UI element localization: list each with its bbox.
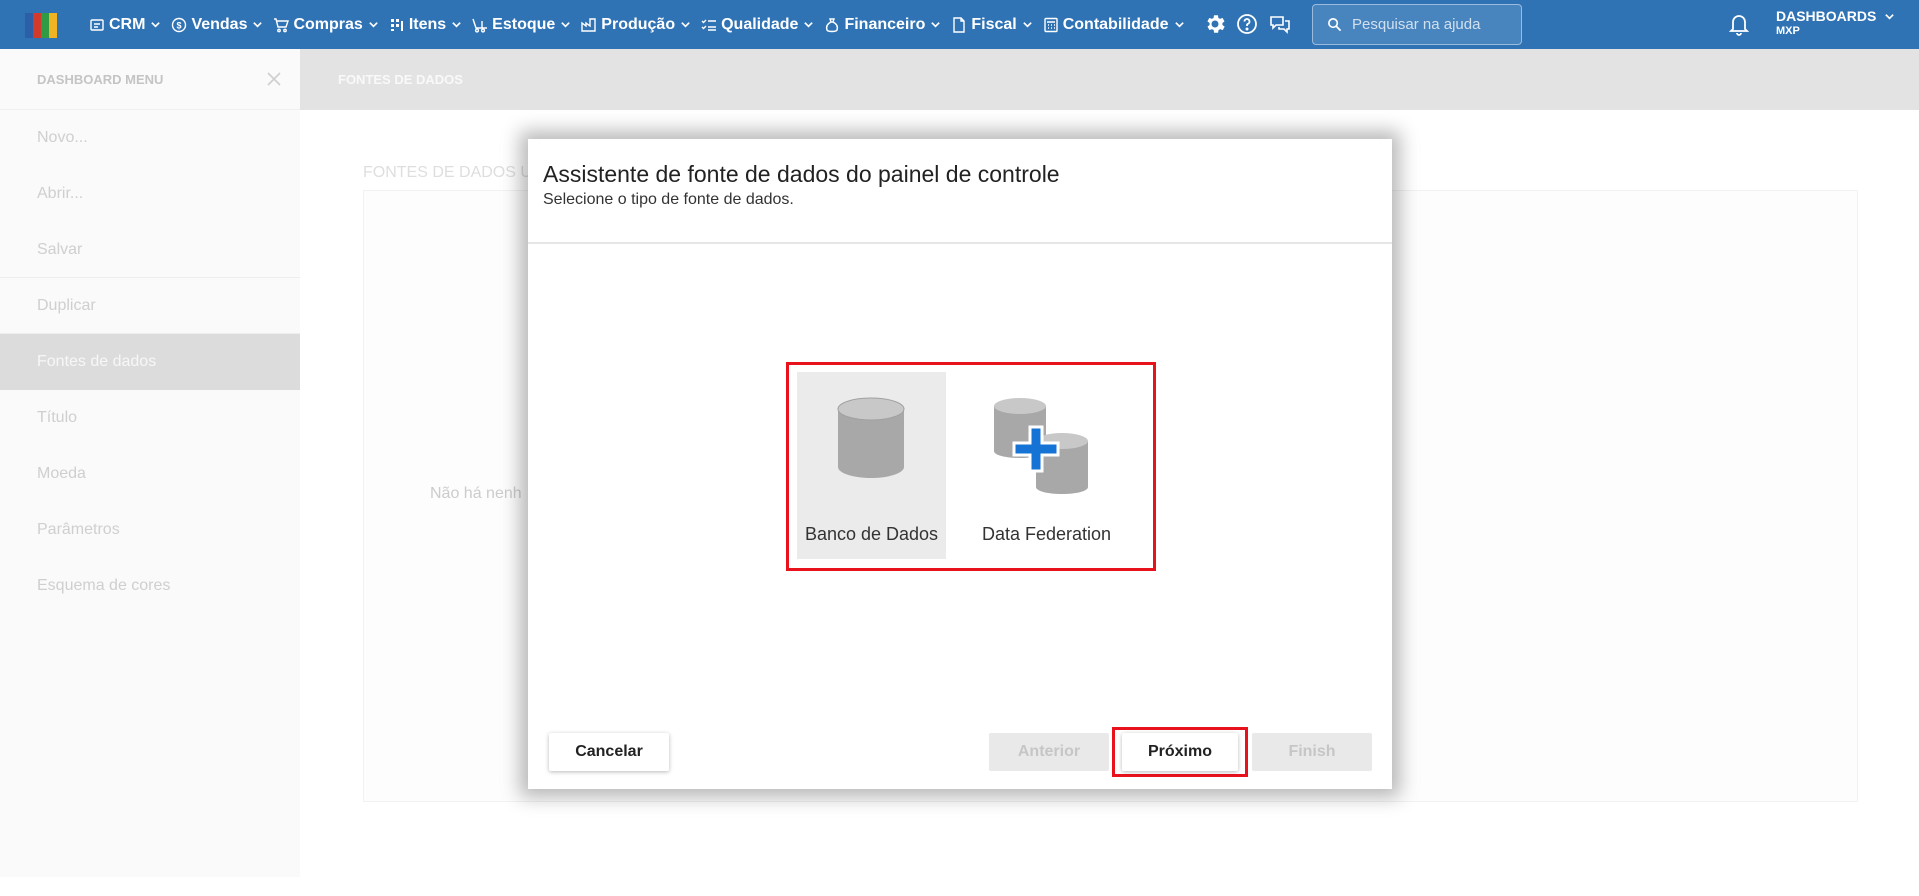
menu-qualidade[interactable]: Qualidade bbox=[696, 0, 819, 49]
document-icon bbox=[953, 16, 966, 33]
chevron-down-icon bbox=[253, 22, 263, 28]
top-nav-bar: CRM $ Vendas Compras Itens Estoque Produ… bbox=[0, 0, 1919, 49]
menu-financeiro-label: Financeiro bbox=[844, 15, 926, 33]
menu-financeiro[interactable]: Financeiro bbox=[819, 0, 946, 49]
menu-compras-label: Compras bbox=[293, 15, 363, 33]
option-data-federation-label: Data Federation bbox=[981, 524, 1112, 544]
chat-icon[interactable] bbox=[1268, 12, 1292, 36]
user-title: DASHBOARDS bbox=[1776, 8, 1877, 24]
help-icon[interactable] bbox=[1235, 12, 1259, 36]
help-search[interactable] bbox=[1312, 4, 1522, 45]
data-source-wizard-dialog: Assistente de fonte de dados do painel d… bbox=[528, 139, 1392, 789]
cart-icon bbox=[274, 17, 290, 32]
crm-icon bbox=[90, 18, 104, 31]
menu-qualidade-label: Qualidade bbox=[721, 15, 799, 33]
gear-icon[interactable] bbox=[1203, 12, 1227, 36]
chevron-down-icon bbox=[804, 22, 814, 28]
option-data-federation[interactable]: Data Federation bbox=[972, 372, 1121, 559]
chevron-down-icon bbox=[151, 22, 161, 28]
svg-text:$: $ bbox=[177, 20, 182, 30]
chevron-down-icon bbox=[1174, 22, 1184, 28]
option-banco-de-dados[interactable]: Banco de Dados bbox=[797, 372, 946, 559]
search-input[interactable] bbox=[1352, 16, 1502, 33]
search-icon bbox=[1328, 18, 1342, 32]
menu-contabilidade-label: Contabilidade bbox=[1062, 15, 1169, 33]
dialog-title: Assistente de fonte de dados do painel d… bbox=[543, 161, 1060, 187]
menu-estoque[interactable]: Estoque bbox=[467, 0, 576, 49]
chevron-down-icon bbox=[452, 22, 461, 28]
dollar-icon: $ bbox=[172, 17, 187, 32]
database-icon bbox=[837, 397, 905, 478]
chevron-down-icon bbox=[681, 22, 690, 28]
checklist-icon bbox=[701, 19, 717, 31]
chevron-down-icon bbox=[1022, 22, 1032, 28]
menu-estoque-label: Estoque bbox=[492, 15, 556, 33]
menu-fiscal-label: Fiscal bbox=[971, 15, 1017, 33]
data-source-type-options: Banco de Dados Data Federation bbox=[786, 362, 1156, 571]
data-federation-icon bbox=[994, 398, 1088, 494]
main-menu: CRM $ Vendas Compras Itens Estoque Produ… bbox=[84, 0, 1190, 49]
menu-crm-label: CRM bbox=[109, 15, 146, 33]
items-icon bbox=[390, 18, 403, 31]
user-menu[interactable]: DASHBOARDS MXP bbox=[1776, 8, 1895, 37]
dialog-subtitle: Selecione o tipo de fonte de dados. bbox=[543, 191, 794, 208]
factory-icon bbox=[581, 17, 596, 32]
app-logo[interactable] bbox=[25, 13, 57, 38]
option-banco-de-dados-label: Banco de Dados bbox=[804, 524, 939, 544]
chevron-down-icon bbox=[561, 22, 571, 28]
chevron-down-icon bbox=[931, 22, 941, 28]
dialog-divider bbox=[528, 242, 1392, 244]
bell-icon[interactable] bbox=[1728, 12, 1750, 36]
cancel-button[interactable]: Cancelar bbox=[549, 733, 669, 771]
menu-crm[interactable]: CRM bbox=[84, 0, 166, 49]
menu-compras[interactable]: Compras bbox=[268, 0, 383, 49]
calculator-icon bbox=[1044, 17, 1058, 32]
moneybag-icon bbox=[826, 17, 839, 32]
menu-vendas-label: Vendas bbox=[191, 15, 248, 33]
menu-fiscal[interactable]: Fiscal bbox=[946, 0, 1037, 49]
user-subtitle: MXP bbox=[1776, 25, 1800, 37]
previous-button[interactable]: Anterior bbox=[989, 733, 1109, 771]
menu-vendas[interactable]: $ Vendas bbox=[166, 0, 268, 49]
menu-contabilidade[interactable]: Contabilidade bbox=[1038, 0, 1190, 49]
chevron-down-icon bbox=[1885, 13, 1895, 20]
forklift-icon bbox=[472, 18, 488, 33]
menu-itens[interactable]: Itens bbox=[384, 0, 467, 49]
next-button-highlight: Próximo bbox=[1112, 727, 1248, 777]
finish-button[interactable]: Finish bbox=[1252, 733, 1372, 771]
menu-producao[interactable]: Produção bbox=[576, 0, 696, 49]
menu-itens-label: Itens bbox=[408, 15, 447, 33]
chevron-down-icon bbox=[369, 22, 378, 28]
next-button[interactable]: Próximo bbox=[1122, 733, 1238, 771]
menu-producao-label: Produção bbox=[601, 15, 676, 33]
